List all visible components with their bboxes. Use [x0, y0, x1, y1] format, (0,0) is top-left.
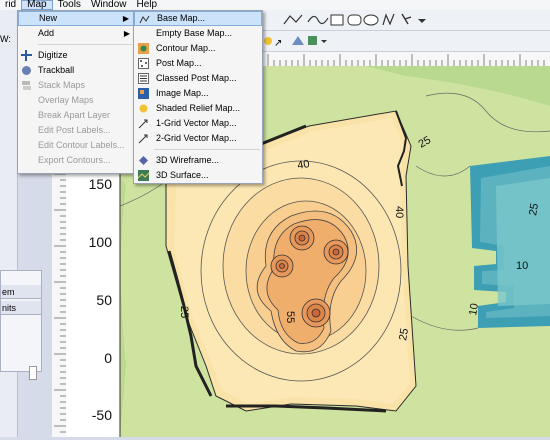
menu-tools[interactable]: Tools: [53, 0, 86, 10]
scrollbar[interactable]: [29, 366, 37, 380]
peak-4: [301, 298, 331, 328]
menu-item-export-contours[interactable]: Export Contours...: [18, 153, 134, 168]
menu-item-break-apart-layer[interactable]: Break Apart Layer: [18, 108, 134, 123]
dropdown-icon[interactable]: [321, 40, 327, 43]
peak-3: [270, 254, 294, 278]
wireframe-toolbar-icon[interactable]: [292, 36, 304, 45]
menu-item-add[interactable]: Add ▶: [18, 26, 134, 41]
map-menu: New ▶ Add ▶ Digitize Trackball Stack Maps …: [17, 10, 135, 174]
menu-separator: [38, 44, 132, 45]
vector-toolbar-icon[interactable]: ↗: [274, 38, 282, 49]
post-map-icon: [138, 58, 149, 69]
ellipse-icon[interactable]: [363, 14, 379, 26]
y-tick-label: -50: [91, 407, 112, 423]
contour-label: 40: [393, 206, 405, 218]
surface-toolbar-icon[interactable]: [308, 36, 317, 45]
menu-item-overlay-maps[interactable]: Overlay Maps: [18, 93, 134, 108]
new-submenu: Base Map... Empty Base Map... Contour Ma…: [133, 10, 263, 184]
peak-2: [323, 239, 349, 265]
y-tick-label: 50: [96, 292, 112, 308]
rectangle-icon[interactable]: [330, 14, 344, 26]
contour-label: 25: [397, 327, 411, 341]
menu-item-digitize[interactable]: Digitize: [18, 48, 134, 63]
menu-item-edit-post-labels[interactable]: Edit Post Labels...: [18, 123, 134, 138]
tab-units[interactable]: nits: [1, 301, 41, 315]
y-tick-label: 100: [88, 234, 112, 250]
vector-2-icon: [138, 133, 149, 144]
map-toolbar: ↗: [262, 31, 550, 52]
image-map-icon: [138, 88, 149, 99]
contour-map-icon: [138, 43, 149, 54]
vector-1-icon: [138, 118, 149, 129]
menu-item-base-map[interactable]: Base Map...: [134, 11, 262, 26]
trackball-icon: [21, 65, 32, 76]
menu-item-trackball[interactable]: Trackball: [18, 63, 134, 78]
svg-text:↗: ↗: [274, 38, 282, 49]
classed-post-map-icon: [138, 73, 149, 84]
w-label: W:: [0, 34, 11, 44]
left-panel: W:: [0, 10, 18, 437]
menu-item-3d-surface[interactable]: 3D Surface...: [134, 168, 262, 183]
menu-item-new[interactable]: New ▶: [18, 11, 134, 26]
y-tick-label: 150: [88, 176, 112, 192]
dropdown-icon[interactable]: [418, 19, 426, 23]
contour-label: 40: [296, 158, 310, 172]
contour-label: 25: [527, 202, 541, 216]
shaded-relief-icon: [138, 103, 149, 114]
contour-label: 55: [284, 311, 296, 323]
menu-item-stack-maps[interactable]: Stack Maps: [18, 78, 134, 93]
stack-maps-icon: [21, 80, 32, 91]
wireframe-icon: [138, 155, 149, 166]
digitize-icon: [21, 50, 32, 61]
tab-item[interactable]: em: [1, 285, 41, 299]
menu-item-edit-contour-labels[interactable]: Edit Contour Labels...: [18, 138, 134, 153]
menu-item-empty-base-map[interactable]: Empty Base Map...: [134, 26, 262, 41]
base-map-icon: [139, 14, 150, 25]
menu-item-contour-map[interactable]: Contour Map...: [134, 41, 262, 56]
spline-icon[interactable]: [307, 15, 329, 25]
menu-separator: [154, 149, 260, 150]
curve-icon[interactable]: [382, 13, 395, 26]
menu-item-1-grid-vector-map[interactable]: 1-Grid Vector Map...: [134, 116, 262, 131]
contour-label: 10: [467, 302, 481, 316]
pointer-icon[interactable]: [401, 13, 412, 25]
menu-help[interactable]: Help: [132, 0, 163, 10]
polyline-icon[interactable]: [283, 14, 303, 25]
contour-label: 10: [516, 260, 528, 272]
menu-item-image-map[interactable]: Image Map...: [134, 86, 262, 101]
menu-item-shaded-relief-map[interactable]: Shaded Relief Map...: [134, 101, 262, 116]
shaded-relief-toolbar-icon[interactable]: [264, 37, 272, 45]
peak-1: [289, 225, 315, 251]
drawing-toolbar: [262, 10, 550, 31]
menu-item-2-grid-vector-map[interactable]: 2-Grid Vector Map...: [134, 131, 262, 146]
surface-icon: [137, 170, 150, 181]
menu-grid[interactable]: rid: [0, 0, 21, 10]
menu-item-post-map[interactable]: Post Map...: [134, 56, 262, 71]
property-panel: em nits: [0, 270, 42, 380]
menu-window[interactable]: Window: [86, 0, 132, 10]
menu-item-classed-post-map[interactable]: Classed Post Map...: [134, 71, 262, 86]
menu-item-3d-wireframe[interactable]: 3D Wireframe...: [134, 153, 262, 168]
rounded-rect-icon[interactable]: [347, 14, 362, 26]
menu-map[interactable]: Map: [21, 0, 53, 10]
contour-label: 25: [178, 306, 190, 318]
y-tick-label: 0: [104, 350, 112, 366]
